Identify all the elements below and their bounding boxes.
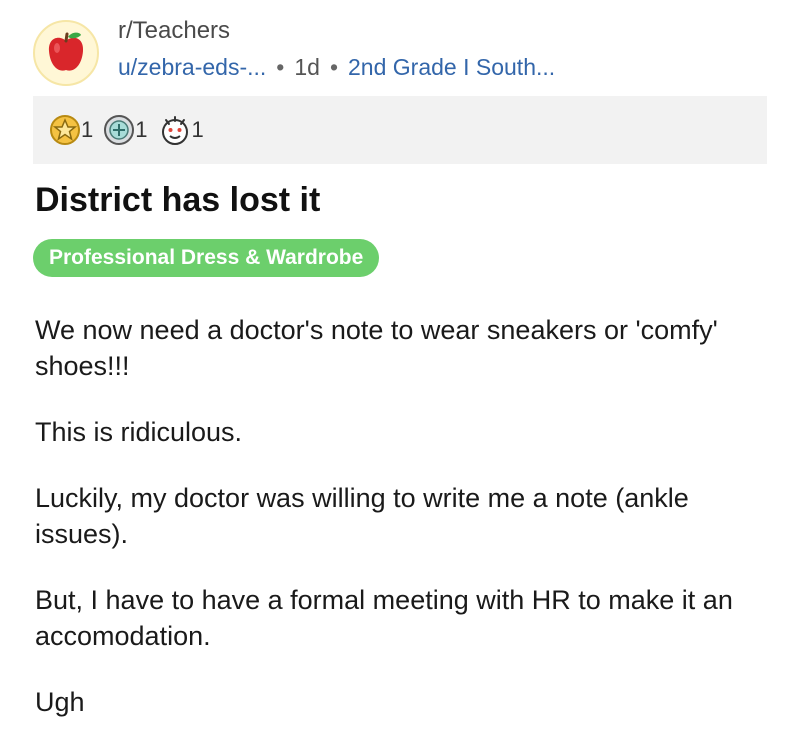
post-body-paragraph: This is ridiculous. <box>35 417 243 447</box>
post-meta: r/Teachers u/zebra-eds-... • 1d • 2nd Grade … <box>118 16 555 82</box>
subreddit-avatar[interactable] <box>33 20 99 86</box>
apple-icon <box>48 32 84 71</box>
post-header: r/Teachers u/zebra-eds-... • 1d • 2nd Grade … <box>33 16 773 86</box>
silver-medal-award-icon <box>104 115 135 145</box>
awards-bar[interactable]: 1 1 1 <box>33 96 767 164</box>
award-count: 1 <box>191 117 204 142</box>
post-body-paragraph: Ugh <box>35 687 85 717</box>
subreddit-name[interactable]: r/Teachers <box>118 16 555 46</box>
post-flair[interactable]: Professional Dress & Wardrobe <box>33 239 380 277</box>
post-byline: u/zebra-eds-... • 1d • 2nd Grade I South... <box>118 52 555 82</box>
award-wholesome[interactable]: 1 <box>158 114 204 146</box>
award-silver-medal[interactable]: 1 <box>103 114 148 146</box>
post-body-paragraph: Luckily, my doctor was willing to write … <box>35 483 689 549</box>
separator-dot: • <box>276 54 285 80</box>
award-gold-star[interactable]: 1 <box>49 114 93 146</box>
post-body-paragraph: But, I have to have a formal meeting wit… <box>35 585 733 651</box>
award-count: 1 <box>81 117 94 142</box>
author-link[interactable]: u/zebra-eds-... <box>118 54 266 80</box>
post-body: We now need a doctor's note to wear snea… <box>35 312 775 750</box>
gold-star-award-icon <box>50 115 80 145</box>
post-age: 1d <box>294 54 320 80</box>
wholesome-face-award-icon <box>161 116 188 145</box>
post-title[interactable]: District has lost it <box>35 178 320 222</box>
separator-dot: • <box>329 54 339 80</box>
author-flair[interactable]: 2nd Grade I South... <box>348 54 555 80</box>
post-body-paragraph: We now need a doctor's note to wear snea… <box>35 315 718 381</box>
award-count: 1 <box>135 117 148 142</box>
